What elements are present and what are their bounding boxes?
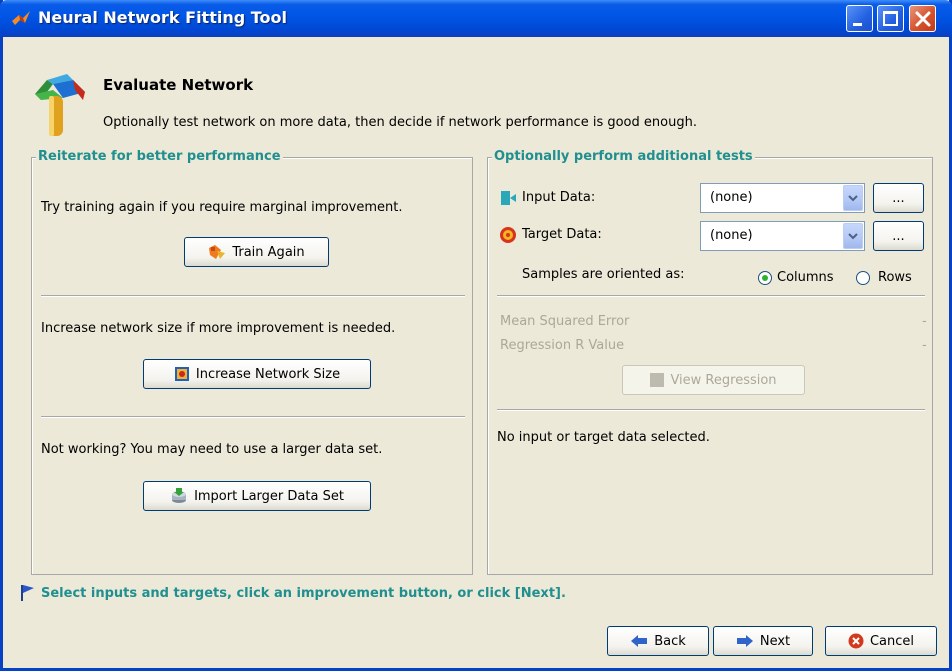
import-data-icon (172, 488, 187, 503)
train-again-text: Try training again if you require margin… (41, 200, 403, 215)
close-icon (915, 11, 931, 27)
next-label: Next (759, 633, 791, 649)
target-data-value: (none) (710, 228, 753, 243)
regression-r-label: Regression R Value (500, 338, 625, 353)
chevron-down-icon (843, 223, 863, 249)
train-icon (209, 245, 226, 259)
mse-label: Mean Squared Error (500, 314, 630, 329)
rows-label[interactable]: Rows (878, 270, 912, 285)
target-data-icon (500, 227, 516, 243)
columns-radio[interactable] (758, 271, 772, 285)
cancel-icon (848, 633, 864, 649)
next-button[interactable]: Next (713, 626, 813, 656)
page-title: Evaluate Network (103, 76, 254, 94)
back-button[interactable]: Back (607, 626, 709, 656)
minimize-button[interactable] (846, 5, 873, 32)
app-window: Neural Network Fitting Tool Evaluate Net… (0, 0, 952, 671)
target-data-browse-button[interactable]: ... (873, 221, 924, 251)
import-larger-data-button[interactable]: Import Larger Data Set (143, 481, 371, 511)
page-description: Optionally test network on more data, th… (103, 115, 697, 130)
arrow-right-icon (736, 635, 753, 647)
increase-size-text: Increase network size if more improvemen… (41, 321, 396, 336)
train-again-button[interactable]: Train Again (184, 237, 329, 267)
network-size-icon (174, 367, 189, 381)
larger-data-text: Not working? You may need to use a large… (41, 442, 383, 457)
arrow-left-icon (631, 635, 648, 647)
view-regression-button[interactable]: View Regression (622, 365, 805, 395)
matlab-logo-icon (12, 11, 30, 25)
target-data-select[interactable]: (none) (700, 221, 865, 251)
columns-label[interactable]: Columns (777, 270, 834, 285)
input-data-icon (501, 191, 516, 205)
target-data-label: Target Data: (522, 227, 602, 242)
regression-r-value: - (922, 338, 927, 353)
increase-network-size-label: Increase Network Size (195, 366, 341, 382)
window-title: Neural Network Fitting Tool (38, 8, 288, 27)
additional-tests-panel-title: Optionally perform additional tests (492, 149, 755, 164)
left-divider-2 (41, 416, 465, 418)
reiterate-panel: Reiterate for better performance Try tra… (31, 149, 473, 575)
additional-tests-panel: Optionally perform additional tests Inpu… (487, 149, 933, 575)
regression-icon (650, 373, 665, 387)
back-label: Back (654, 633, 686, 649)
cancel-button[interactable]: Cancel (825, 626, 937, 656)
orientation-label: Samples are oriented as: (522, 267, 685, 282)
input-data-select[interactable]: (none) (700, 183, 865, 213)
import-larger-data-label: Import Larger Data Set (194, 488, 344, 504)
maximize-button[interactable] (877, 5, 904, 32)
chevron-down-icon (843, 185, 863, 211)
rows-radio[interactable] (856, 271, 870, 285)
view-regression-label: View Regression (670, 372, 777, 388)
title-bar[interactable]: Neural Network Fitting Tool (0, 0, 952, 37)
target-data-browse-label: ... (892, 228, 905, 244)
input-data-browse-label: ... (892, 190, 905, 206)
input-data-label: Input Data: (522, 190, 596, 205)
status-message: Select inputs and targets, click an impr… (41, 586, 566, 601)
right-divider-1 (497, 295, 925, 297)
reiterate-panel-title: Reiterate for better performance (36, 149, 283, 164)
right-divider-2 (497, 409, 925, 411)
test-message: No input or target data selected. (497, 430, 710, 445)
left-divider-1 (41, 295, 465, 297)
increase-network-size-button[interactable]: Increase Network Size (143, 359, 371, 389)
train-again-label: Train Again (232, 244, 305, 260)
maximize-icon (883, 11, 898, 26)
cancel-label: Cancel (869, 633, 915, 649)
mse-value: - (922, 314, 927, 329)
flag-icon (21, 585, 34, 601)
neural-network-tool-icon (35, 74, 85, 136)
minimize-icon (853, 23, 862, 26)
input-data-value: (none) (710, 190, 753, 205)
close-button[interactable] (909, 5, 936, 32)
input-data-browse-button[interactable]: ... (873, 183, 924, 213)
